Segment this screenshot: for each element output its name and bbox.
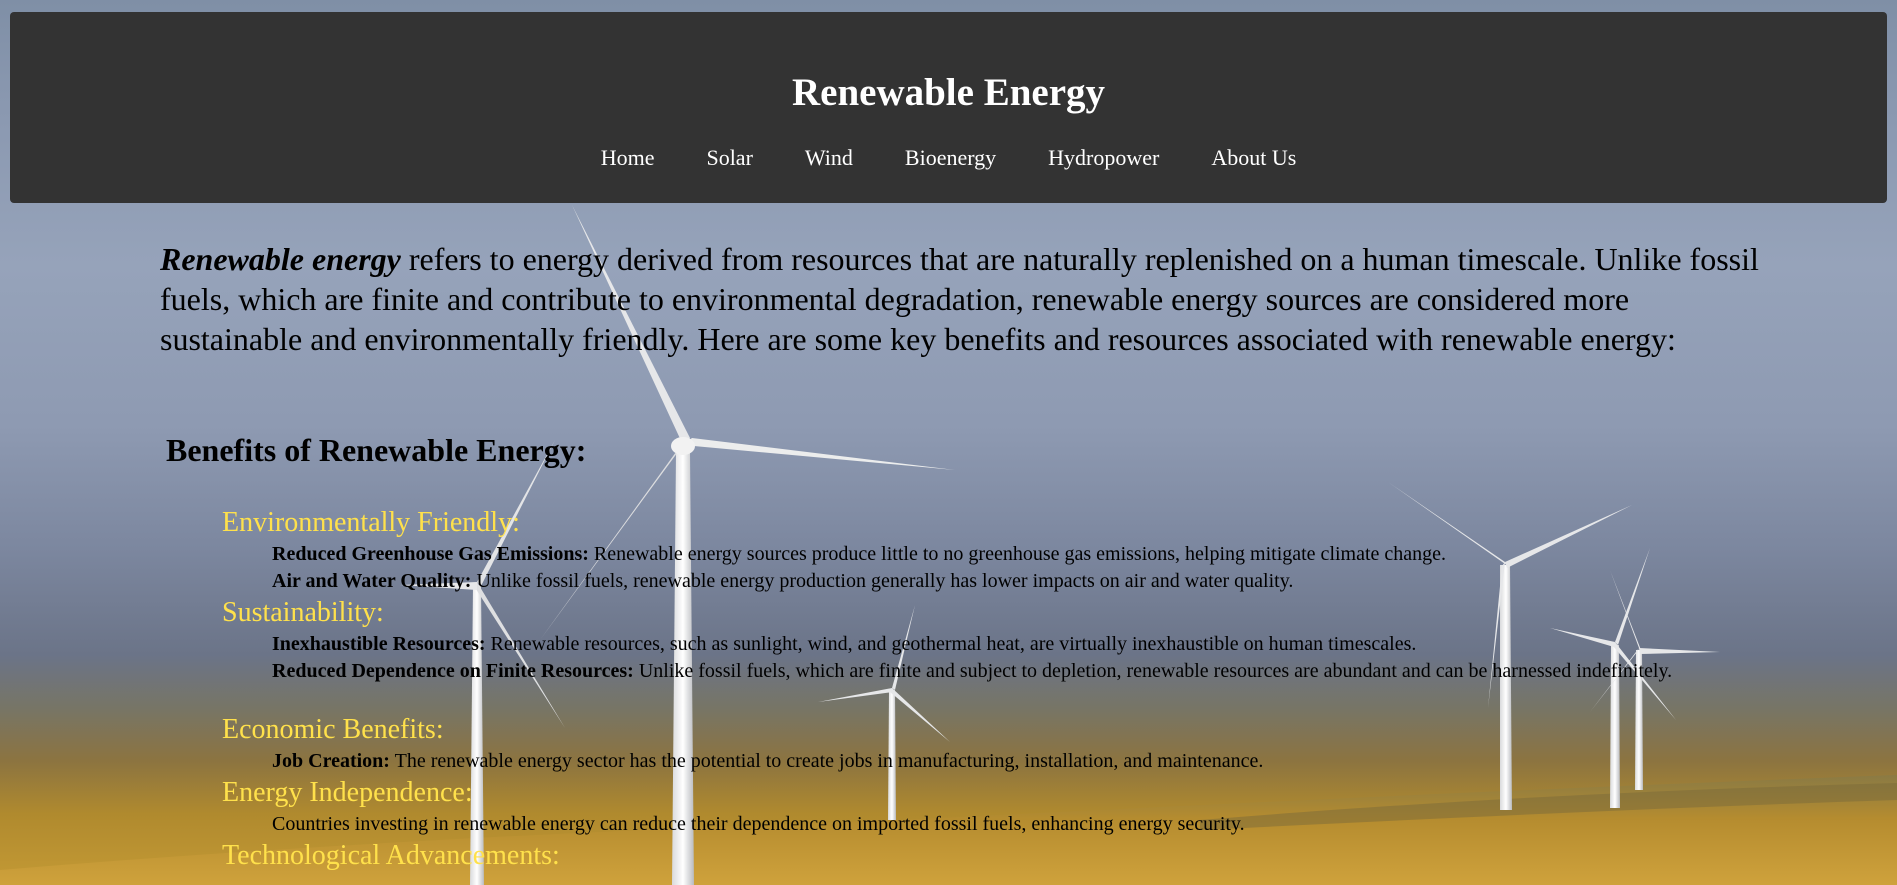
benefit-item: Inexhaustible Resources: Renewable resou… [110,631,1750,658]
benefit-text: The renewable energy sector has the pote… [389,750,1264,772]
benefit-item: Countries investing in renewable energy … [110,811,1750,838]
category-economic-benefits: Economic Benefits: [222,714,444,745]
intro-paragraph: Renewable energy refers to energy derive… [160,239,1760,359]
category-technological-advancements: Technological Advancements: [222,840,560,871]
benefit-item: Air and Water Quality: Unlike fossil fue… [110,568,1750,595]
category-sustainability: Sustainability: [222,597,384,628]
benefit-term: Reduced Greenhouse Gas Emissions: [272,543,589,565]
benefits-heading: Benefits of Renewable Energy: [166,432,587,468]
benefit-term: Job Creation: [272,750,390,772]
category-environmentally-friendly: Environmentally Friendly: [222,507,520,538]
benefit-term: Inexhaustible Resources: [272,633,486,655]
category-energy-independence: Energy Independence: [222,777,473,808]
benefit-text: Renewable energy sources produce little … [588,543,1447,565]
main-content: Renewable energy refers to energy derive… [0,0,1897,885]
benefit-item: Reduced Greenhouse Gas Emissions: Renewa… [110,541,1750,568]
benefit-term: Reduced Dependence on Finite Resources: [272,660,634,682]
benefit-text: Unlike fossil fuels, renewable energy pr… [471,570,1294,592]
benefit-text: Unlike fossil fuels, which are finite an… [633,660,1673,682]
benefit-item: Reduced Dependence on Finite Resources: … [110,658,1750,685]
benefit-item: Job Creation: The renewable energy secto… [110,748,1750,775]
benefit-term: Air and Water Quality: [272,570,472,592]
intro-lead-term: Renewable energy [160,241,401,277]
benefit-text: Renewable resources, such as sunlight, w… [485,633,1417,655]
benefit-text: Countries investing in renewable energy … [272,813,1245,835]
